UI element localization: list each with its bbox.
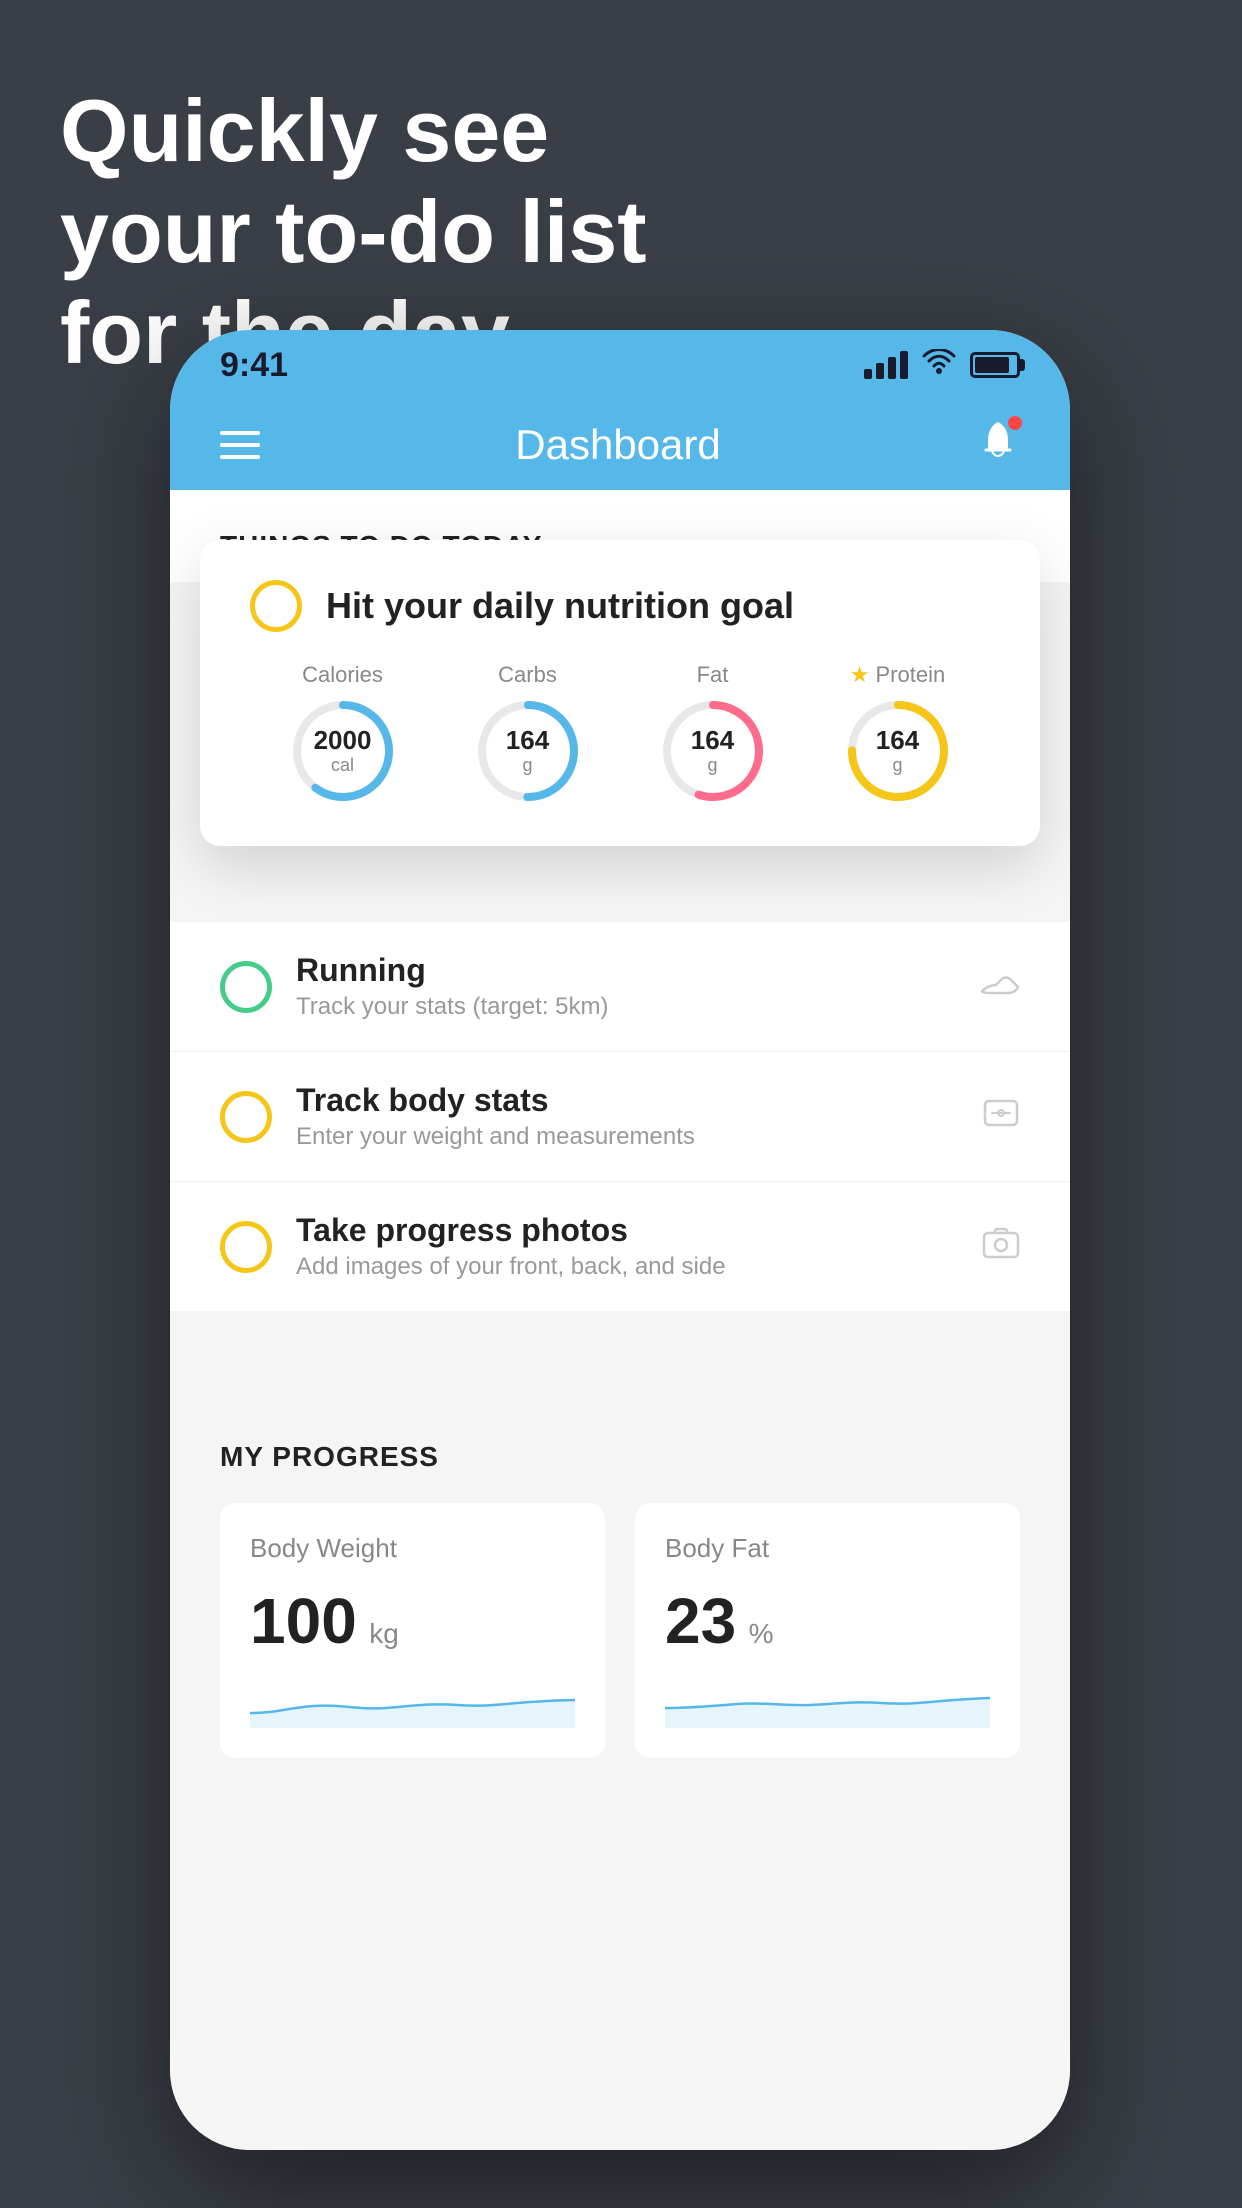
photo-icon xyxy=(982,1225,1020,1268)
nutrition-card[interactable]: Hit your daily nutrition goal Calories 2… xyxy=(200,540,1040,846)
fat-chart: 164 g xyxy=(658,696,768,806)
nutrition-carbs: Carbs 164 g xyxy=(473,662,583,806)
body-stats-text: Track body stats Enter your weight and m… xyxy=(296,1082,958,1151)
photos-subtitle: Add images of your front, back, and side xyxy=(296,1253,958,1281)
nutrition-card-header: Hit your daily nutrition goal xyxy=(250,580,990,632)
progress-cards: Body Weight 100 kg Body Fat xyxy=(220,1503,1020,1758)
running-shoe-icon xyxy=(980,965,1020,1008)
body-stats-title: Track body stats xyxy=(296,1082,958,1119)
body-fat-value: 23 xyxy=(665,1585,736,1657)
body-fat-card[interactable]: Body Fat 23 % xyxy=(635,1503,1020,1758)
body-fat-card-title: Body Fat xyxy=(665,1533,990,1564)
headline-line2: your to-do list xyxy=(60,181,647,282)
headline-line1: Quickly see xyxy=(60,80,647,181)
nutrition-protein: ★ Protein 164 g xyxy=(843,662,953,806)
photos-text: Take progress photos Add images of your … xyxy=(296,1212,958,1281)
running-text: Running Track your stats (target: 5km) xyxy=(296,952,956,1021)
content-area: THINGS TO DO TODAY Hit your daily nutrit… xyxy=(170,490,1070,2150)
body-weight-chart xyxy=(250,1678,575,1728)
photos-title: Take progress photos xyxy=(296,1212,958,1249)
wifi-icon xyxy=(922,349,956,382)
todo-item-body-stats[interactable]: Track body stats Enter your weight and m… xyxy=(170,1052,1070,1182)
body-weight-card[interactable]: Body Weight 100 kg xyxy=(220,1503,605,1758)
battery-icon xyxy=(970,352,1020,378)
body-weight-card-title: Body Weight xyxy=(250,1533,575,1564)
body-weight-value-row: 100 kg xyxy=(250,1584,575,1658)
phone-frame: 9:41 xyxy=(170,330,1070,2150)
notification-dot xyxy=(1008,416,1022,430)
calories-label: Calories xyxy=(302,662,383,688)
star-icon: ★ xyxy=(850,662,870,688)
nutrition-circles: Calories 2000 cal Carbs xyxy=(250,662,990,806)
body-stats-circle xyxy=(220,1091,272,1143)
calories-chart: 2000 cal xyxy=(288,696,398,806)
carbs-label: Carbs xyxy=(498,662,557,688)
body-weight-value: 100 xyxy=(250,1585,357,1657)
progress-section-title: MY PROGRESS xyxy=(220,1441,1020,1473)
body-fat-value-row: 23 % xyxy=(665,1584,990,1658)
signal-bars-icon xyxy=(864,351,908,379)
running-subtitle: Track your stats (target: 5km) xyxy=(296,993,956,1021)
body-stats-subtitle: Enter your weight and measurements xyxy=(296,1123,958,1151)
nutrition-fat: Fat 164 g xyxy=(658,662,768,806)
nutrition-calories: Calories 2000 cal xyxy=(288,662,398,806)
body-weight-unit: kg xyxy=(369,1618,399,1649)
running-circle xyxy=(220,961,272,1013)
status-icons xyxy=(864,349,1020,382)
carbs-chart: 164 g xyxy=(473,696,583,806)
notification-button[interactable] xyxy=(976,418,1020,472)
todo-list: Running Track your stats (target: 5km) T… xyxy=(170,922,1070,1311)
nutrition-card-title: Hit your daily nutrition goal xyxy=(326,585,794,627)
progress-section: MY PROGRESS Body Weight 100 kg xyxy=(170,1391,1070,1788)
status-time: 9:41 xyxy=(220,346,288,385)
todo-item-progress-photos[interactable]: Take progress photos Add images of your … xyxy=(170,1182,1070,1311)
body-fat-chart xyxy=(665,1678,990,1728)
fat-label: Fat xyxy=(697,662,729,688)
body-fat-unit: % xyxy=(749,1618,774,1649)
status-bar: 9:41 xyxy=(170,330,1070,400)
menu-button[interactable] xyxy=(220,431,260,459)
nav-title: Dashboard xyxy=(515,421,720,469)
nutrition-circle-indicator xyxy=(250,580,302,632)
protein-chart: 164 g xyxy=(843,696,953,806)
protein-label: Protein xyxy=(876,662,946,688)
nav-bar: Dashboard xyxy=(170,400,1070,490)
scale-icon xyxy=(982,1093,1020,1140)
todo-item-running[interactable]: Running Track your stats (target: 5km) xyxy=(170,922,1070,1052)
photos-circle xyxy=(220,1221,272,1273)
running-title: Running xyxy=(296,952,956,989)
protein-label-row: ★ Protein xyxy=(850,662,945,688)
